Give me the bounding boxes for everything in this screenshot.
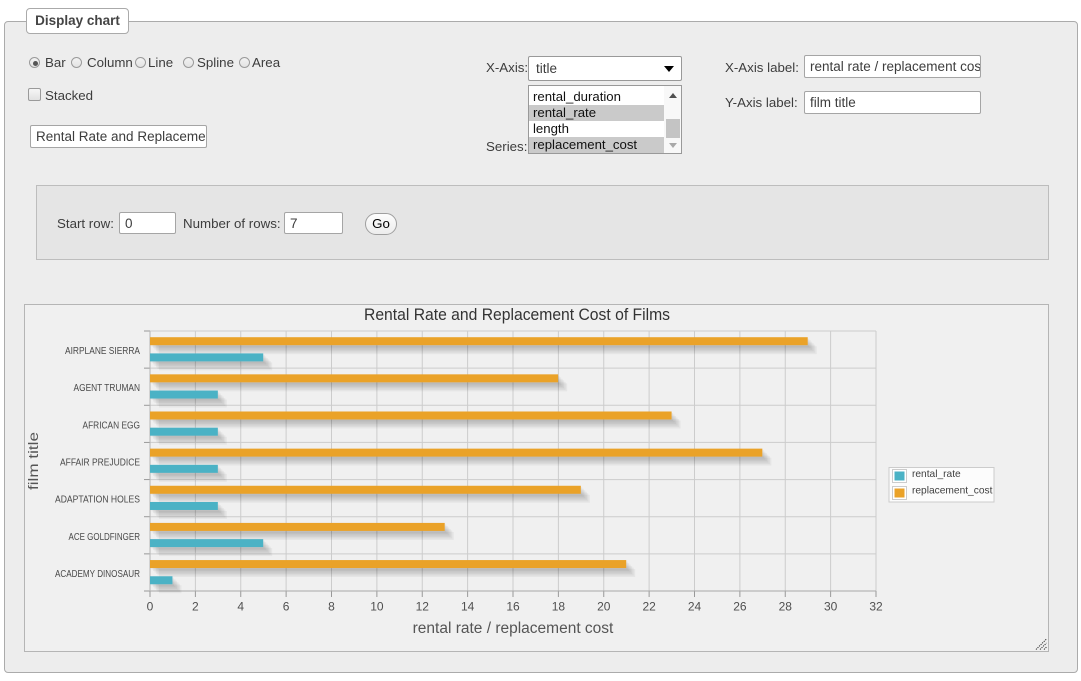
svg-text:rental rate / replacement cost: rental rate / replacement cost bbox=[413, 620, 614, 637]
svg-text:Rental Rate and Replacement Co: Rental Rate and Replacement Cost of Film… bbox=[364, 306, 670, 324]
svg-text:30: 30 bbox=[824, 600, 838, 614]
svg-text:film title: film title bbox=[26, 432, 41, 490]
svg-text:AFFAIR PREJUDICE: AFFAIR PREJUDICE bbox=[60, 458, 140, 469]
svg-text:22: 22 bbox=[642, 600, 656, 614]
svg-text:2: 2 bbox=[192, 600, 199, 614]
svg-text:16: 16 bbox=[506, 600, 520, 614]
svg-text:26: 26 bbox=[733, 600, 747, 614]
svg-text:4: 4 bbox=[237, 600, 244, 614]
svg-text:24: 24 bbox=[688, 600, 702, 614]
svg-text:12: 12 bbox=[416, 600, 430, 614]
svg-text:8: 8 bbox=[328, 600, 335, 614]
svg-text:0: 0 bbox=[147, 600, 154, 614]
svg-text:AGENT TRUMAN: AGENT TRUMAN bbox=[74, 383, 141, 394]
svg-text:ADAPTATION HOLES: ADAPTATION HOLES bbox=[55, 495, 140, 506]
svg-text:6: 6 bbox=[283, 600, 290, 614]
svg-text:10: 10 bbox=[370, 600, 384, 614]
svg-text:28: 28 bbox=[779, 600, 793, 614]
svg-text:20: 20 bbox=[597, 600, 611, 614]
svg-text:AFRICAN EGG: AFRICAN EGG bbox=[83, 420, 141, 431]
svg-text:ACADEMY DINOSAUR: ACADEMY DINOSAUR bbox=[55, 569, 140, 580]
svg-text:AIRPLANE SIERRA: AIRPLANE SIERRA bbox=[65, 346, 140, 357]
svg-text:rental_rate: rental_rate bbox=[912, 469, 961, 480]
svg-text:ACE GOLDFINGER: ACE GOLDFINGER bbox=[69, 532, 141, 543]
svg-text:32: 32 bbox=[869, 600, 883, 614]
svg-text:replacement_cost: replacement_cost bbox=[912, 486, 993, 497]
svg-text:18: 18 bbox=[552, 600, 566, 614]
svg-text:14: 14 bbox=[461, 600, 475, 614]
